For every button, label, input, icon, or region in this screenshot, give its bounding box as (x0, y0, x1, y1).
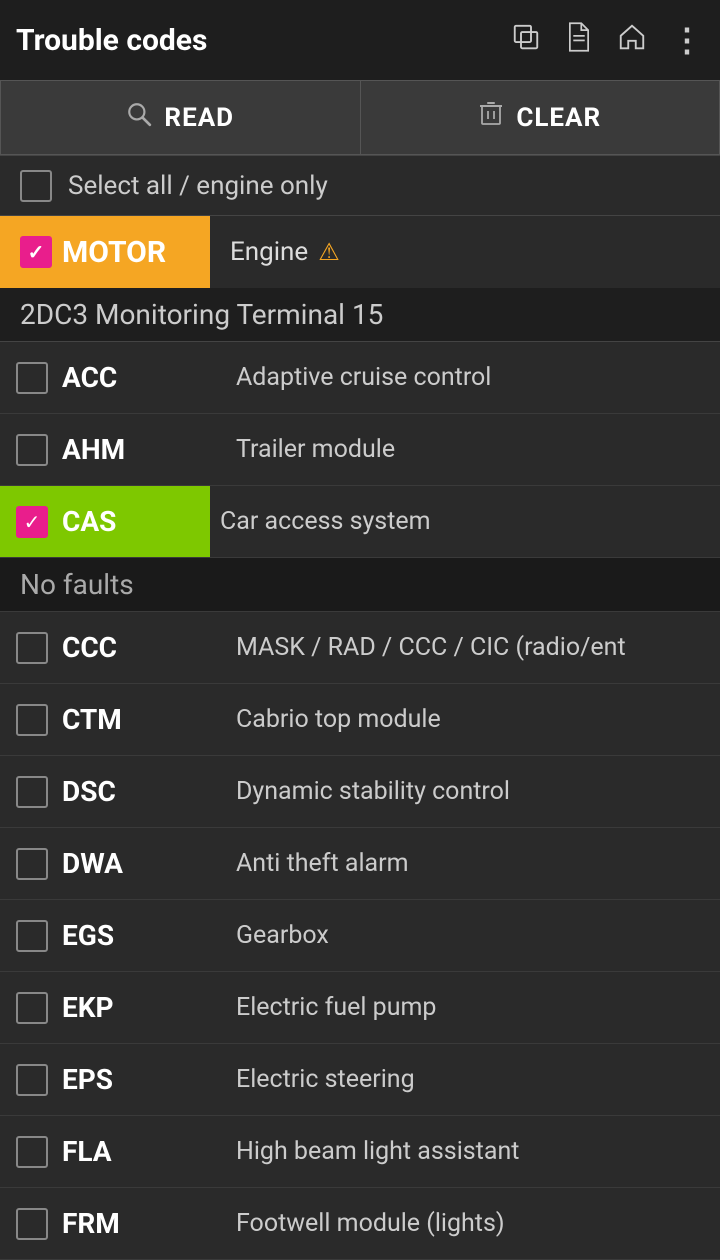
list-item[interactable]: AHM Trailer module (0, 414, 720, 486)
item-checkbox[interactable] (16, 848, 48, 880)
item-checkbox[interactable] (16, 1064, 48, 1096)
item-description: High beam light assistant (226, 1137, 704, 1166)
header: Trouble codes ⋮ (0, 0, 720, 80)
item-description: Dynamic stability control (226, 777, 704, 806)
item-description: Car access system (210, 507, 704, 536)
item-code: FRM (62, 1207, 120, 1240)
item-description: Trailer module (226, 435, 704, 464)
more-icon[interactable]: ⋮ (671, 21, 704, 59)
list-item[interactable]: EGS Gearbox (0, 900, 720, 972)
item-checkbox[interactable] (16, 632, 48, 664)
search-icon (126, 101, 152, 134)
item-checkbox[interactable] (16, 434, 48, 466)
item-code: DWA (62, 847, 123, 880)
item-description: Adaptive cruise control (226, 363, 704, 392)
document-icon[interactable] (565, 21, 593, 60)
item-checkbox[interactable] (16, 704, 48, 736)
item-checkbox[interactable] (16, 362, 48, 394)
select-all-label: Select all / engine only (68, 171, 328, 201)
list-item[interactable]: ACC Adaptive cruise control (0, 342, 720, 414)
page-title: Trouble codes (16, 23, 491, 58)
list-item[interactable]: CCC MASK / RAD / CCC / CIC (radio/ent (0, 612, 720, 684)
item-code: CTM (62, 703, 122, 736)
motor-description: Engine ⚠ (210, 237, 340, 267)
clear-button[interactable]: CLEAR (360, 80, 720, 155)
list-item[interactable]: EKP Electric fuel pump (0, 972, 720, 1044)
delete-icon (478, 100, 504, 135)
motor-section: ✓ MOTOR Engine ⚠ (0, 216, 720, 288)
item-code: FLA (62, 1135, 112, 1168)
list-item[interactable]: DWA Anti theft alarm (0, 828, 720, 900)
no-faults-banner: No faults (0, 558, 720, 612)
read-button[interactable]: READ (0, 80, 360, 155)
list-item[interactable]: FRM Footwell module (lights) (0, 1188, 720, 1260)
item-description: Electric steering (226, 1065, 704, 1094)
item-checkbox[interactable] (16, 1208, 48, 1240)
item-description: Footwell module (lights) (226, 1209, 704, 1238)
item-code: CAS (62, 505, 116, 538)
list-item[interactable]: CTM Cabrio top module (0, 684, 720, 756)
item-description: Electric fuel pump (226, 993, 704, 1022)
select-all-row[interactable]: Select all / engine only (0, 156, 720, 216)
items-list: ACC Adaptive cruise control AHM Trailer mod… (0, 342, 720, 1260)
motor-label[interactable]: ✓ MOTOR (0, 216, 210, 288)
toolbar: READ CLEAR (0, 80, 720, 156)
warning-icon: ⚠ (318, 238, 340, 266)
dtc-header: 2DC3 Monitoring Terminal 15 (0, 288, 720, 342)
item-description: Gearbox (226, 921, 704, 950)
list-item[interactable]: EPS Electric steering (0, 1044, 720, 1116)
item-checkbox[interactable] (16, 920, 48, 952)
item-description: Cabrio top module (226, 705, 704, 734)
motor-checkbox[interactable]: ✓ (20, 236, 52, 268)
item-code: EKP (62, 991, 114, 1024)
motor-code: MOTOR (62, 235, 166, 270)
item-code: DSC (62, 775, 116, 808)
item-code: EGS (62, 919, 114, 952)
read-label: READ (164, 103, 234, 133)
item-code: ACC (62, 361, 117, 394)
item-code: CCC (62, 631, 117, 664)
list-item[interactable]: FLA High beam light assistant (0, 1116, 720, 1188)
item-description: MASK / RAD / CCC / CIC (radio/ent (226, 633, 704, 662)
copy-icon[interactable] (511, 22, 541, 59)
item-checkbox[interactable]: ✓ (16, 506, 48, 538)
list-item[interactable]: ✓ CAS Car access system (0, 486, 720, 558)
select-all-checkbox[interactable] (20, 170, 52, 202)
item-checkbox[interactable] (16, 776, 48, 808)
list-item[interactable]: DSC Dynamic stability control (0, 756, 720, 828)
item-code: AHM (62, 433, 125, 466)
clear-label: CLEAR (516, 103, 601, 133)
item-checkbox[interactable] (16, 992, 48, 1024)
dtc-code: 2DC3 Monitoring Terminal 15 (20, 298, 383, 331)
item-code: EPS (62, 1063, 113, 1096)
motor-desc-text: Engine (230, 237, 308, 267)
item-checkbox[interactable] (16, 1136, 48, 1168)
home-icon[interactable] (617, 22, 647, 59)
header-icons: ⋮ (511, 21, 704, 60)
item-description: Anti theft alarm (226, 849, 704, 878)
